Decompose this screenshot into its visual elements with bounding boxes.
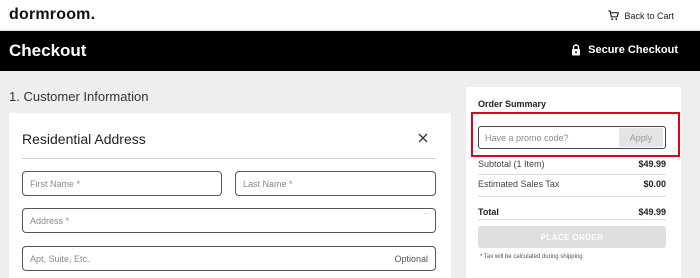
close-icon[interactable]: [417, 132, 429, 144]
checkout-header: Checkout Secure Checkout: [0, 31, 700, 71]
address-field[interactable]: Address * ˇ: [22, 208, 436, 233]
subtotal-value: $49.99: [638, 159, 666, 169]
card-title: Residential Address: [22, 131, 146, 147]
place-order-button[interactable]: PLACE ORDER: [478, 226, 666, 248]
total-label: Total: [478, 207, 499, 217]
back-to-cart-label: Back to Cart: [624, 10, 674, 21]
apt-suite-placeholder: Apt, Suite, Etc.: [30, 253, 90, 264]
summary-divider: [478, 219, 666, 220]
card-divider: [22, 158, 436, 159]
tax-note: * Tax will be calculated during shipping: [480, 254, 583, 260]
autocomplete-indicator-icon: ˇ: [424, 212, 427, 221]
residential-address-card: Residential Address First Name * Last Na…: [9, 113, 451, 278]
secure-checkout-badge: Secure Checkout: [571, 44, 678, 56]
optional-label: Optional: [394, 254, 428, 264]
first-name-placeholder: First Name *: [30, 178, 81, 189]
cart-icon: [608, 10, 620, 21]
order-summary-title: Order Summary: [478, 99, 547, 109]
subtotal-label: Subtotal (1 Item): [478, 159, 545, 169]
sales-tax-row: Estimated Sales Tax $0.00: [478, 179, 666, 189]
total-value: $49.99: [638, 207, 666, 217]
apt-suite-field[interactable]: Apt, Suite, Etc. Optional: [22, 246, 436, 271]
summary-divider: [478, 196, 666, 197]
subtotal-row: Subtotal (1 Item) $49.99: [478, 159, 666, 169]
top-navigation-bar: dormroom. Back to Cart: [0, 0, 700, 31]
last-name-field[interactable]: Last Name *: [235, 171, 436, 196]
back-to-cart-link[interactable]: Back to Cart: [608, 10, 674, 21]
sales-tax-value: $0.00: [643, 179, 666, 189]
address-placeholder: Address *: [30, 215, 70, 226]
first-name-field[interactable]: First Name *: [22, 171, 222, 196]
promo-highlight-box: [471, 112, 680, 157]
secure-checkout-label: Secure Checkout: [588, 44, 678, 56]
brand-logo[interactable]: dormroom.: [9, 6, 95, 24]
sales-tax-label: Estimated Sales Tax: [478, 179, 560, 189]
lock-icon: [572, 44, 581, 56]
page-title: Checkout: [9, 41, 87, 60]
total-row: Total $49.99: [478, 207, 666, 217]
summary-divider: [478, 174, 666, 175]
last-name-placeholder: Last Name *: [243, 178, 293, 189]
customer-information-heading: 1. Customer Information: [9, 89, 149, 104]
